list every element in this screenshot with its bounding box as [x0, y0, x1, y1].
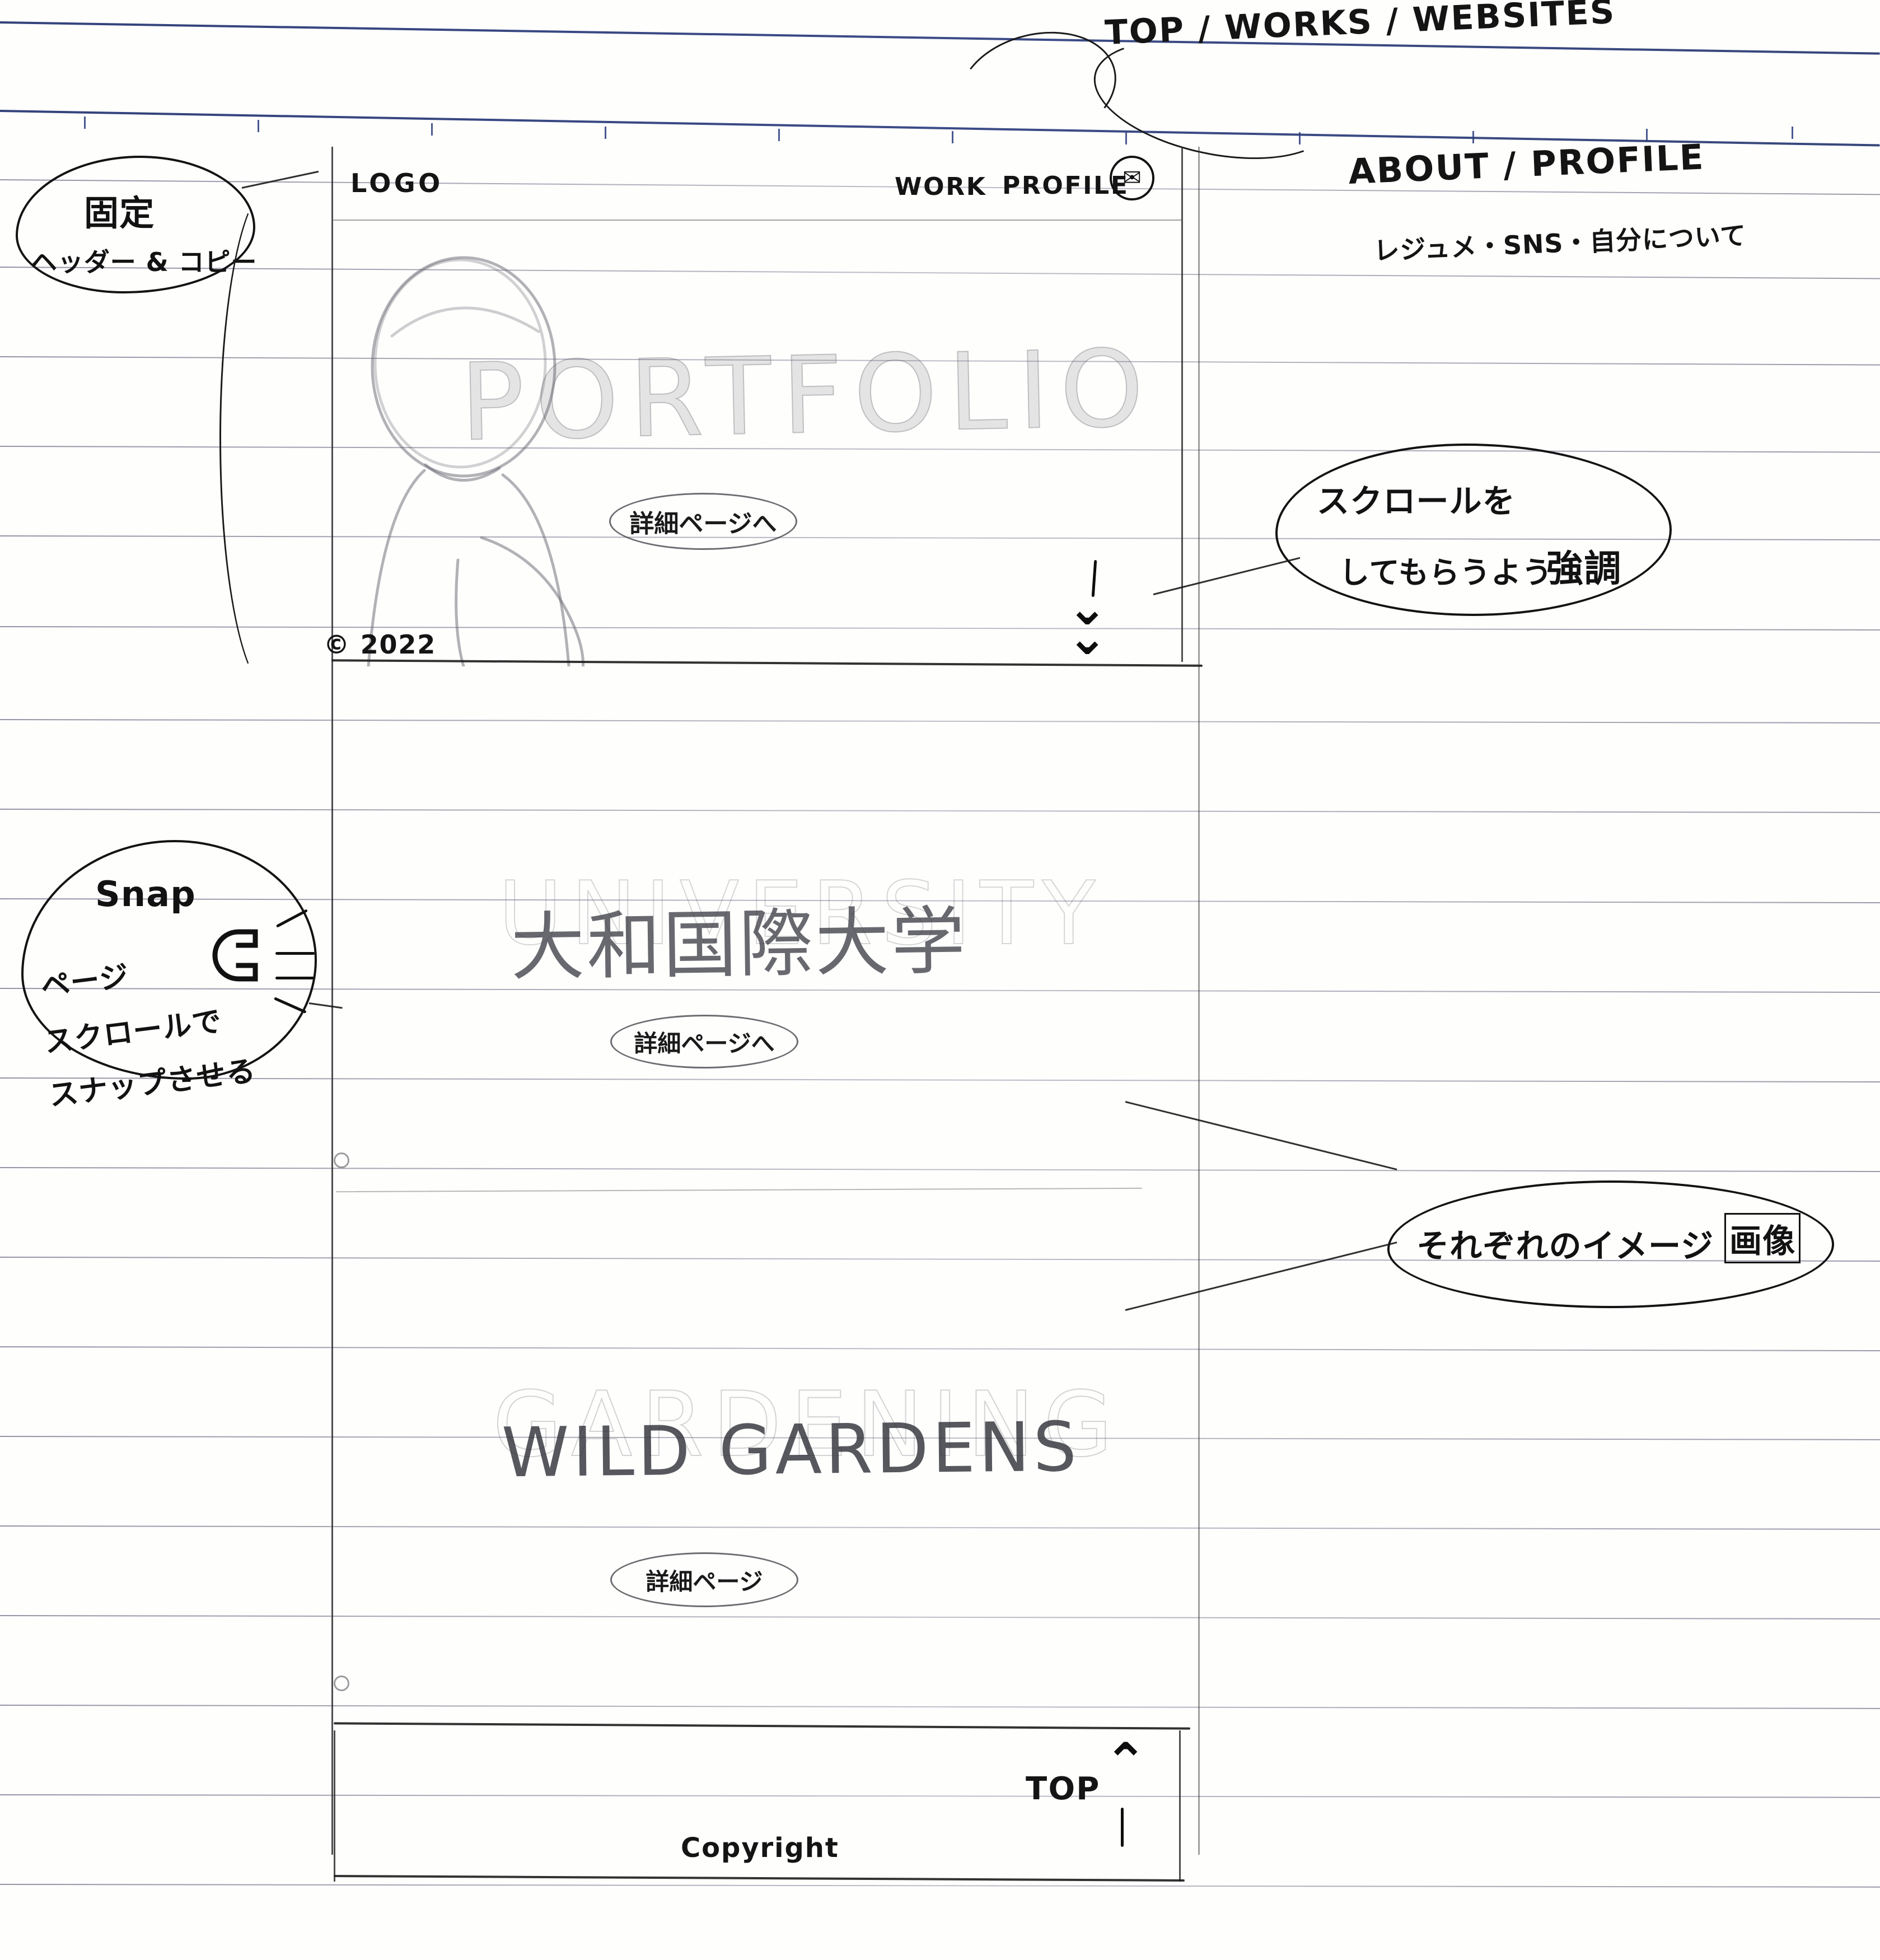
mail-icon[interactable]: ✉: [1110, 156, 1154, 200]
frame-right-edge-lower: [1198, 147, 1200, 1855]
magnet-icon: [212, 929, 258, 982]
magnet-spark: [275, 952, 315, 955]
ruled-line: [0, 1077, 1880, 1083]
ruled-line: [0, 1525, 1880, 1530]
section-gardens-cta-label: 詳細ページ: [646, 1567, 763, 1595]
ruler-tick: [258, 120, 259, 132]
annotation-about-detail: レジュメ・SNS・自分について: [1373, 220, 1747, 267]
ruled-line: [0, 1705, 1880, 1709]
annotation-snap-title: Snap: [95, 874, 196, 914]
header-divider: [331, 220, 1182, 221]
nav-item-work[interactable]: WORK: [895, 172, 986, 201]
hero-pencil-word: PORTFOLIO: [459, 326, 1156, 465]
section-scroll-dot-2: [334, 1676, 349, 1691]
ruler-tick: [84, 116, 86, 129]
leader-images-upper: [1125, 1101, 1397, 1170]
mail-glyph: ✉: [1123, 165, 1142, 191]
chevron-up-icon[interactable]: ⌃: [1104, 1736, 1147, 1788]
section-university-cta-label: 詳細ページへ: [634, 1029, 775, 1057]
footer-back-to-top-label[interactable]: TOP: [1026, 1771, 1101, 1807]
annotation-fixed-header-line2: ヘッダー & コピー: [31, 247, 258, 277]
section-university-cta[interactable]: 詳細ページへ: [610, 1015, 798, 1068]
back-to-top-stem: [1121, 1808, 1124, 1847]
ruled-line: [0, 1167, 1880, 1173]
ruled-line: [0, 1794, 1880, 1798]
scroll-indicator[interactable]: ⌄ ⌄: [1064, 559, 1142, 662]
annotation-scroll-line2: してもらうよう: [1339, 555, 1553, 590]
magnet-spark: [275, 977, 315, 979]
annotation-about-heading: ABOUT / PROFILE: [1347, 136, 1706, 192]
annotation-fixed-header-line1: 固定: [84, 193, 155, 234]
ruler-tick: [1125, 132, 1127, 144]
annotation-scroll-line1: スクロールを: [1317, 482, 1516, 520]
leader-snap: [308, 1002, 343, 1009]
footer-right-edge: [1179, 1730, 1181, 1882]
hero-copyright: © 2022: [324, 629, 437, 660]
logo-label[interactable]: LOGO: [350, 168, 443, 198]
ruled-line: [0, 1615, 1880, 1620]
annotation-images-text-boxed: 画像: [1724, 1213, 1801, 1263]
frame-right-edge: [1181, 147, 1183, 662]
footer-bottom-border: [333, 1875, 1185, 1882]
ruler-tick: [778, 129, 780, 141]
ruled-line: [0, 1346, 1880, 1352]
annotation-scroll-line2-emphasis: 強調: [1546, 547, 1622, 590]
ruler-tick: [605, 127, 606, 139]
leader-images-lower: [1125, 1242, 1397, 1311]
annotation-images-text: それぞれのイメージ: [1416, 1227, 1714, 1265]
section-university-title: 大和国際大学: [510, 898, 968, 991]
ruler-tick: [1792, 127, 1793, 139]
footer-left-edge: [334, 1730, 335, 1882]
ruler-tick: [431, 123, 433, 136]
ruled-line: [0, 1884, 1880, 1888]
hero-cta-button[interactable]: 詳細ページへ: [609, 493, 797, 550]
ruler-tick: [952, 131, 953, 143]
footer-copyright: Copyright: [681, 1832, 839, 1864]
leader-scroll-emphasis: [1153, 557, 1301, 595]
sections-bottom-border: [334, 1722, 1190, 1730]
brace-fixed-header: [219, 185, 324, 692]
ruler-tick: [1472, 131, 1474, 143]
section-gardens-cta[interactable]: 詳細ページ: [610, 1552, 798, 1607]
section-divider-1: [336, 1187, 1142, 1193]
notebook-paper: TOP / WORKS / WEBSITES ABOUT / PROFILE レ…: [0, 0, 1880, 1960]
section-scroll-dot: [334, 1152, 349, 1168]
chevron-double-down-icon: ⌄ ⌄: [1067, 580, 1108, 666]
hero-cta-label: 詳細ページへ: [629, 510, 777, 538]
section-gardens-title: WILD GARDENS: [501, 1407, 1081, 1493]
ruled-line: [0, 719, 1880, 724]
ruled-line: [0, 809, 1880, 813]
